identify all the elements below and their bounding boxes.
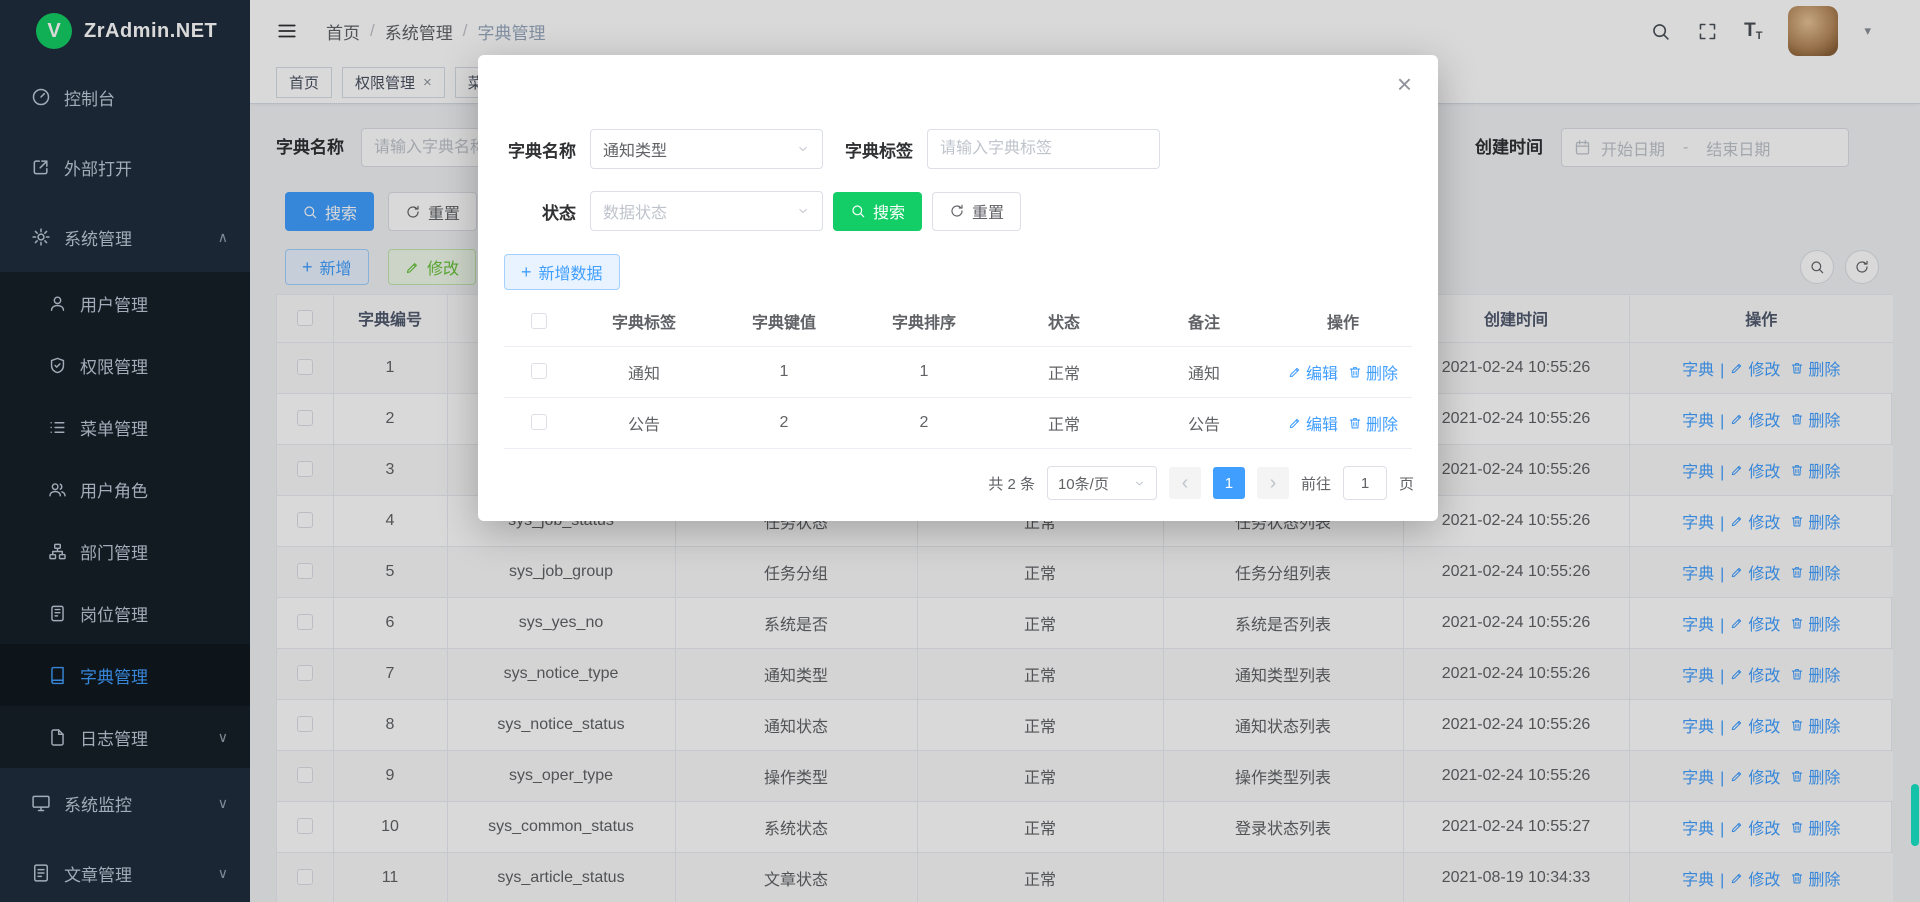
dialog-row-edit-label: 编辑 [1306,360,1338,384]
dict-data-dialog: × 字典名称 通知类型 字典标签 状态 数据状态 搜索 重置 +新增数 [478,55,1438,521]
dialog-table-header-row: 字典标签 字典键值 字典排序 状态 备注 操作 [504,296,1412,346]
dialog-search-label: 搜索 [873,199,905,223]
dialog-status-label: 状态 [504,199,576,224]
dialog-reset-button[interactable]: 重置 [932,192,1021,231]
cell-dict-value: 2 [714,397,854,448]
dialog-form-row-1: 字典名称 通知类型 字典标签 [504,129,1160,169]
cell-dict-label: 公告 [574,397,714,448]
cell-status: 正常 [994,397,1134,448]
cell-dict-sort: 2 [854,397,994,448]
dialog-row-delete-label: 删除 [1366,360,1398,384]
dialog-row-edit-link[interactable]: 编辑 [1288,411,1338,435]
dialog-reset-label: 重置 [972,199,1004,223]
pagination: 共 2 条 10条/页 ‹ 1 › 前往 页 [988,466,1414,500]
dialog-row-edit-link[interactable]: 编辑 [1288,360,1338,384]
next-icon: › [1270,472,1277,495]
cell-remark: 通知 [1134,346,1274,397]
cell-dict-sort: 1 [854,346,994,397]
app-root: V ZrAdmin.NET 控制台 外部打开 系统管理 ∧ 用户管理 [0,0,1920,902]
page-size-value: 10条/页 [1058,473,1109,494]
dialog-row-checkbox[interactable] [531,363,547,379]
dialog-row-edit-label: 编辑 [1306,411,1338,435]
cell-dict-value: 1 [714,346,854,397]
cell-dict-label: 通知 [574,346,714,397]
goto-page-input[interactable] [1343,466,1387,500]
dialog-table-row: 通知 1 1 正常 通知 编辑 删除 [504,346,1412,397]
column-ops: 操作 [1274,296,1412,346]
dialog-row-delete-label: 删除 [1366,411,1398,435]
page-scrollbar [1911,0,1919,902]
page-number: 1 [1225,475,1233,492]
column-dict-label: 字典标签 [574,296,714,346]
next-page-button[interactable]: › [1257,467,1289,499]
cell-status: 正常 [994,346,1134,397]
dialog-row-checkbox[interactable] [531,414,547,430]
goto-label: 前往 [1301,473,1331,494]
column-dict-sort: 字典排序 [854,296,994,346]
column-status: 状态 [994,296,1134,346]
dialog-row-delete-link[interactable]: 删除 [1348,411,1398,435]
dialog-form-row-2: 状态 数据状态 搜索 重置 [504,191,1021,231]
plus-icon: + [521,263,532,281]
dialog-dict-name-label: 字典名称 [504,137,576,162]
dialog-search-button[interactable]: 搜索 [833,192,922,231]
dialog-row-delete-link[interactable]: 删除 [1348,360,1398,384]
dialog-add-data-button[interactable]: + 新增数据 [504,254,620,290]
cell-remark: 公告 [1134,397,1274,448]
column-dict-value: 字典键值 [714,296,854,346]
prev-page-button[interactable]: ‹ [1169,467,1201,499]
dialog-dict-name-select[interactable]: 通知类型 [590,129,823,169]
dialog-select-all-checkbox[interactable] [531,313,547,329]
prev-icon: ‹ [1182,472,1189,495]
dict-data-table: 字典标签 字典键值 字典排序 状态 备注 操作 通知 1 [504,296,1412,449]
dialog-status-placeholder: 数据状态 [603,199,667,223]
dialog-add-data-label: 新增数据 [539,260,603,284]
dialog-table-row: 公告 2 2 正常 公告 编辑 删除 [504,397,1412,448]
dialog-dict-name-value: 通知类型 [603,137,667,161]
scrollbar-thumb[interactable] [1911,784,1919,846]
dialog-dict-label-input[interactable] [927,129,1160,169]
goto-unit: 页 [1399,473,1414,494]
close-icon[interactable]: × [1397,71,1412,97]
dialog-dict-label-label: 字典标签 [841,137,913,162]
column-remark: 备注 [1134,296,1274,346]
pagination-total: 共 2 条 [988,473,1035,494]
page-number-button[interactable]: 1 [1213,467,1245,499]
dialog-status-select[interactable]: 数据状态 [590,191,823,231]
page-size-select[interactable]: 10条/页 [1047,466,1157,500]
